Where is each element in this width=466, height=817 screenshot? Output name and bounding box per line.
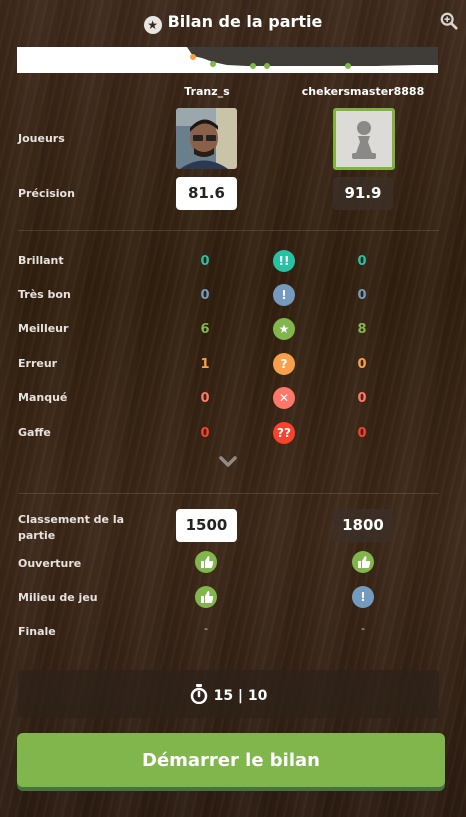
graph-marker-best [250,63,256,69]
rating-white: 1500 [176,509,237,542]
graph-marker-best [210,61,216,67]
page-title: Bilan de la partie [167,12,323,31]
endgame-label: Finale [18,625,56,638]
great-icon[interactable]: ! [352,586,374,608]
avatar-white[interactable] [176,108,237,169]
chevron-down-icon[interactable] [218,455,238,469]
players-label: Joueurs [18,132,65,145]
rating-black: 1800 [333,509,393,542]
count-white: 0 [200,426,210,441]
time-control-text: 15 | 10 [213,688,268,704]
count-black: 0 [357,426,367,441]
brilliant-icon: !! [273,250,295,272]
divider [18,493,439,494]
endgame-black: - [361,622,365,635]
classification-label: Meilleur [18,322,69,335]
miss-icon: ✕ [273,387,295,409]
good-icon[interactable] [195,586,217,608]
player-black-name: chekersmaster8888 [301,85,425,98]
star-icon: ★ [143,16,162,34]
great-move-icon: ! [273,284,295,306]
classification-label: Erreur [18,357,58,370]
divider [18,230,439,231]
classification-label: Gaffe [18,426,51,439]
classification-label: Brillant [18,254,64,267]
time-control-bar: 15 | 10 [18,670,439,718]
count-white: 0 [200,288,210,303]
blunder-icon: ?? [273,422,295,444]
good-icon[interactable] [352,551,374,573]
classification-label: Manqué [18,391,68,404]
count-white: 0 [200,254,210,269]
good-icon[interactable] [195,551,217,573]
accuracy-white: 81.6 [176,177,237,210]
avatar-black[interactable] [333,108,395,170]
evaluation-graph[interactable] [17,47,438,73]
accuracy-label: Précision [18,187,75,200]
count-black: 0 [357,357,367,372]
count-black: 0 [357,391,367,406]
page-title-wrap: ★ Bilan de la partie [0,12,466,34]
count-black: 0 [357,254,367,269]
middlegame-label: Milieu de jeu [18,591,98,604]
start-review-button[interactable]: Démarrer le bilan [17,733,445,787]
accuracy-black: 91.9 [333,177,393,210]
graph-marker-best [264,63,270,69]
count-white: 1 [200,357,210,372]
classification-label: Très bon [18,288,71,301]
mistake-icon: ? [273,353,295,375]
graph-marker-best [345,63,351,69]
game-rating-label: Classement de la partie [18,513,125,542]
header: ★ Bilan de la partie [0,0,466,44]
count-black: 8 [357,322,367,337]
count-white: 0 [200,391,210,406]
zoom-icon[interactable] [440,12,458,30]
count-black: 0 [357,288,367,303]
player-white-name: Tranz_s [184,85,230,98]
best-move-icon: ★ [273,318,295,340]
stopwatch-icon [190,684,207,705]
pawn-icon [352,121,376,159]
graph-marker-mistake [190,54,196,60]
endgame-white: - [204,622,208,635]
opening-label: Ouverture [18,557,82,570]
count-white: 6 [200,322,210,337]
